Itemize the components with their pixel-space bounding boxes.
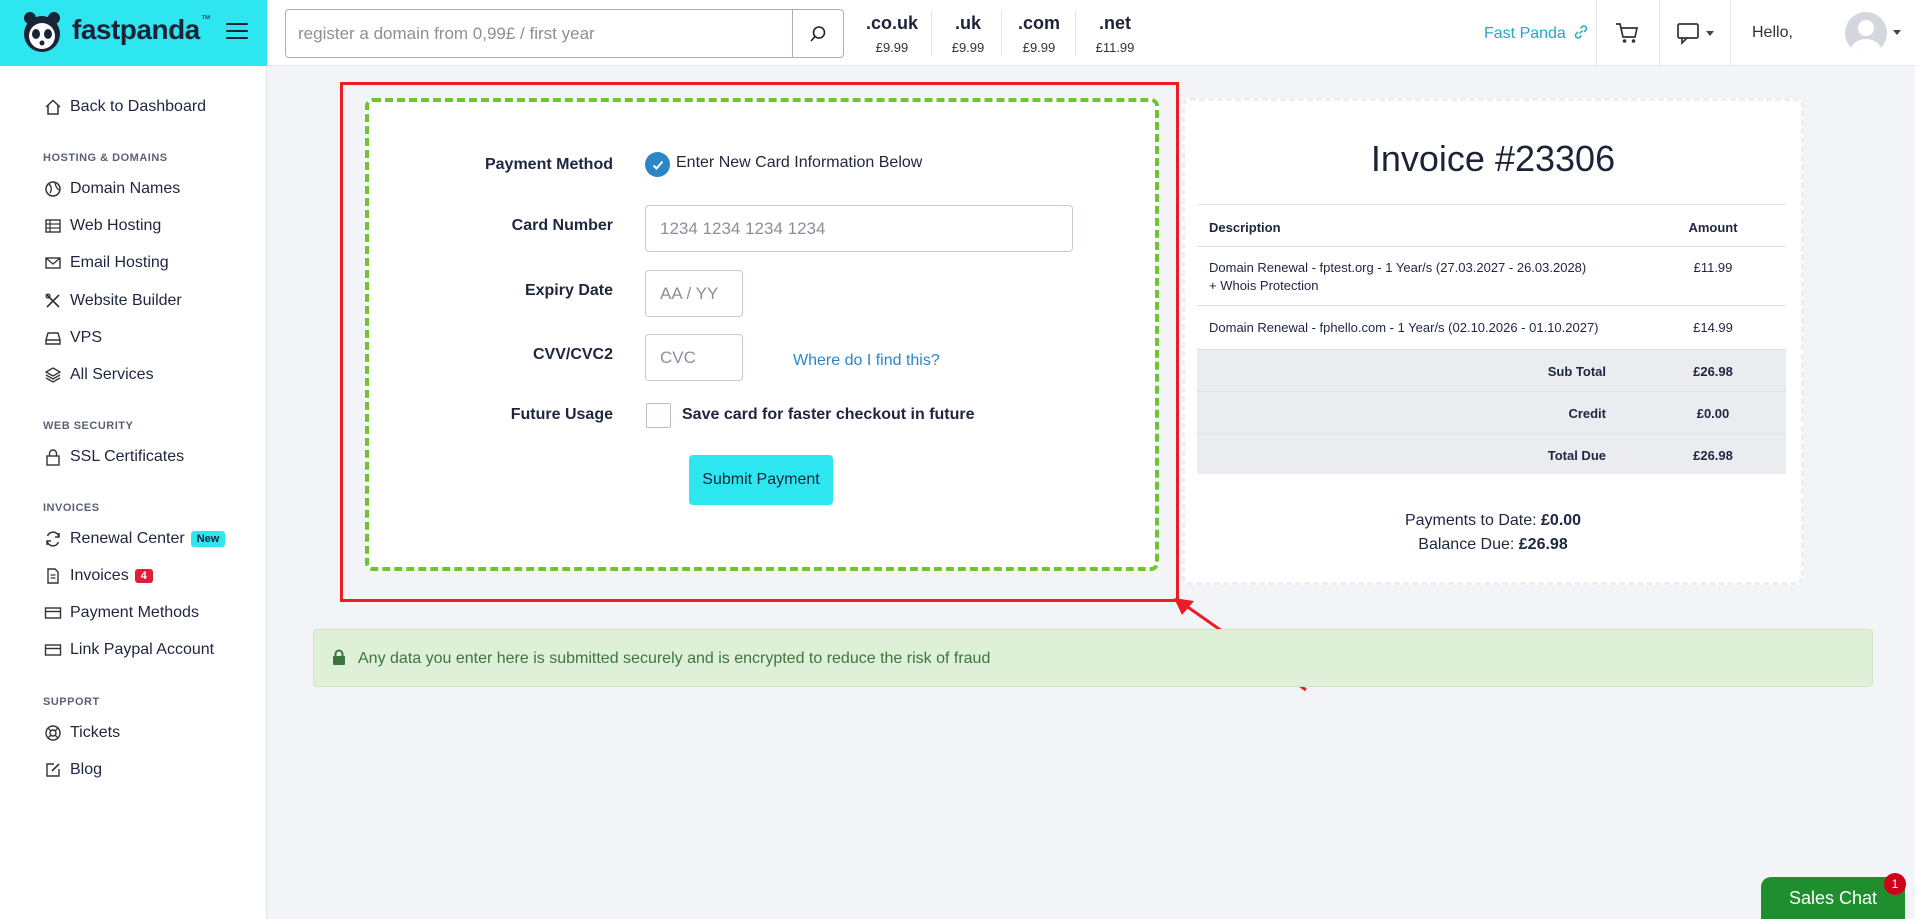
sidebar-item-all-services[interactable]: All Services [44,366,154,384]
home-icon [44,98,62,116]
tools-icon [44,292,62,310]
top-header: fastpanda™ .co.uk£9.99 .uk£9.99 .com£9.9… [0,0,1915,66]
sidebar-item-email-hosting[interactable]: Email Hosting [44,254,169,272]
invoice-count-badge: 4 [134,569,153,583]
menu-toggle-icon[interactable] [226,23,248,41]
credit-amount: £0.00 [1696,406,1730,421]
credit-card-icon [44,604,62,622]
sidebar-item-tickets[interactable]: Tickets [44,724,120,742]
edit-icon [44,761,62,779]
sidebar-heading-web-security: WEB SECURITY [43,420,134,432]
payment-method-radio[interactable] [645,152,670,177]
panda-logo-icon [24,12,60,52]
layers-icon [44,366,62,384]
secure-notice-text: Any data you enter here is submitted sec… [358,650,991,667]
sidebar-item-ssl-certificates[interactable]: SSL Certificates [44,448,184,466]
globe-icon [44,180,62,198]
credit-card-icon [44,641,62,659]
save-card-label[interactable]: Save card for faster checkout in future [682,406,975,424]
credit-label: Credit [1568,406,1606,421]
line-item-amount: £14.99 [1693,320,1733,335]
search-icon [810,25,826,42]
link-icon [1575,25,1588,39]
fast-panda-link[interactable]: Fast Panda [1484,24,1589,43]
domain-search-input[interactable] [286,10,793,57]
sidebar-heading-invoices: INVOICES [43,502,100,514]
sidebar-item-vps[interactable]: VPS [44,329,102,347]
line-item-amount: £11.99 [1693,260,1733,275]
sidebar-item-website-builder[interactable]: Website Builder [44,292,182,310]
lock-icon [44,448,62,466]
logo-text: fastpanda™ [72,14,211,45]
document-icon [44,567,62,585]
expiry-date-input[interactable] [645,270,743,317]
checkmark-icon [652,160,663,170]
lock-icon [333,649,345,665]
subtotal-label: Sub Total [1547,364,1606,379]
search-button[interactable] [792,10,843,57]
sidebar-item-payment-methods[interactable]: Payment Methods [44,604,199,622]
cvv-label: CVV/CVC2 [532,346,613,363]
cvv-help-link[interactable]: Where do I find this? [793,352,940,370]
server-list-icon [44,217,62,235]
sidebar-item-domain-names[interactable]: Domain Names [44,180,180,198]
invoice-line-item: Domain Renewal - fptest.org - 1 Year/s (… [1197,246,1786,305]
save-card-checkbox[interactable] [646,403,671,428]
payments-to-date: Payments to Date: £0.00 [1404,512,1582,529]
greeting: Hello, [1752,24,1793,41]
tld-uk[interactable]: .uk £9.99 [948,13,988,55]
chat-notification-badge: 1 [1884,873,1906,895]
new-badge: New [190,531,226,547]
domain-search [285,9,844,58]
payment-method-label: Payment Method [484,156,613,173]
submit-payment-button[interactable]: Submit Payment [689,455,833,505]
sidebar-item-blog[interactable]: Blog [44,761,102,779]
invoice-total-row: Total Due £26.98 [1197,433,1786,474]
line-item-addon: + Whois Protection [1209,278,1319,293]
sidebar-item-web-hosting[interactable]: Web Hosting [44,217,161,235]
tld-net[interactable]: .net £11.99 [1090,13,1140,55]
sidebar-item-back-to-dashboard[interactable]: Back to Dashboard [44,98,206,116]
payment-method-option-text[interactable]: Enter New Card Information Below [676,154,922,172]
refresh-icon [44,530,62,548]
total-due-amount: £26.98 [1693,448,1733,463]
balance-due: Balance Due: £26.98 [1418,536,1568,553]
card-number-input[interactable] [645,205,1073,252]
subtotal-amount: £26.98 [1693,364,1733,379]
chat-bubbles-icon[interactable] [1676,20,1704,46]
user-menu-chevron-icon[interactable] [1893,30,1901,35]
cart-icon[interactable] [1614,20,1640,46]
invoice-line-item: Domain Renewal - fphello.com - 1 Year/s … [1197,305,1786,349]
line-item-description: Domain Renewal - fptest.org - 1 Year/s (… [1209,260,1587,275]
lifebuoy-icon [44,724,62,742]
secure-notice: Any data you enter here is submitted sec… [313,629,1873,687]
future-usage-label: Future Usage [510,406,613,423]
invoice-table-header: Description Amount [1197,204,1786,246]
expiry-date-label: Expiry Date [524,282,613,299]
tld-co-uk[interactable]: .co.uk £9.99 [866,13,918,55]
column-amount: Amount [1688,220,1738,235]
line-item-description: Domain Renewal - fphello.com - 1 Year/s … [1209,320,1599,335]
total-due-label: Total Due [1547,448,1606,463]
card-number-label: Card Number [511,217,613,234]
envelope-icon [44,254,62,272]
sidebar-heading-support: SUPPORT [43,696,100,708]
sidebar-item-invoices[interactable]: Invoices 4 [44,567,153,585]
avatar[interactable] [1845,12,1887,54]
invoice-title: Invoice #23306 [1370,138,1616,179]
chevron-down-icon[interactable] [1706,31,1714,36]
hard-drive-icon [44,329,62,347]
column-description: Description [1209,220,1281,235]
invoice-subtotal-row: Sub Total £26.98 [1197,349,1786,391]
sidebar: Back to Dashboard HOSTING & DOMAINS Doma… [0,66,267,919]
invoice-balance-summary: Payments to Date: £0.00 Balance Due: £26… [1182,509,1804,557]
sidebar-heading-hosting: HOSTING & DOMAINS [43,152,168,164]
sidebar-item-link-paypal[interactable]: Link Paypal Account [44,641,214,659]
sidebar-item-renewal-center[interactable]: Renewal Center New [44,530,226,548]
tld-com[interactable]: .com £9.99 [1016,13,1062,55]
invoice-credit-row: Credit £0.00 [1197,391,1786,433]
user-avatar-icon [1851,20,1881,54]
cvv-input[interactable] [645,334,743,381]
